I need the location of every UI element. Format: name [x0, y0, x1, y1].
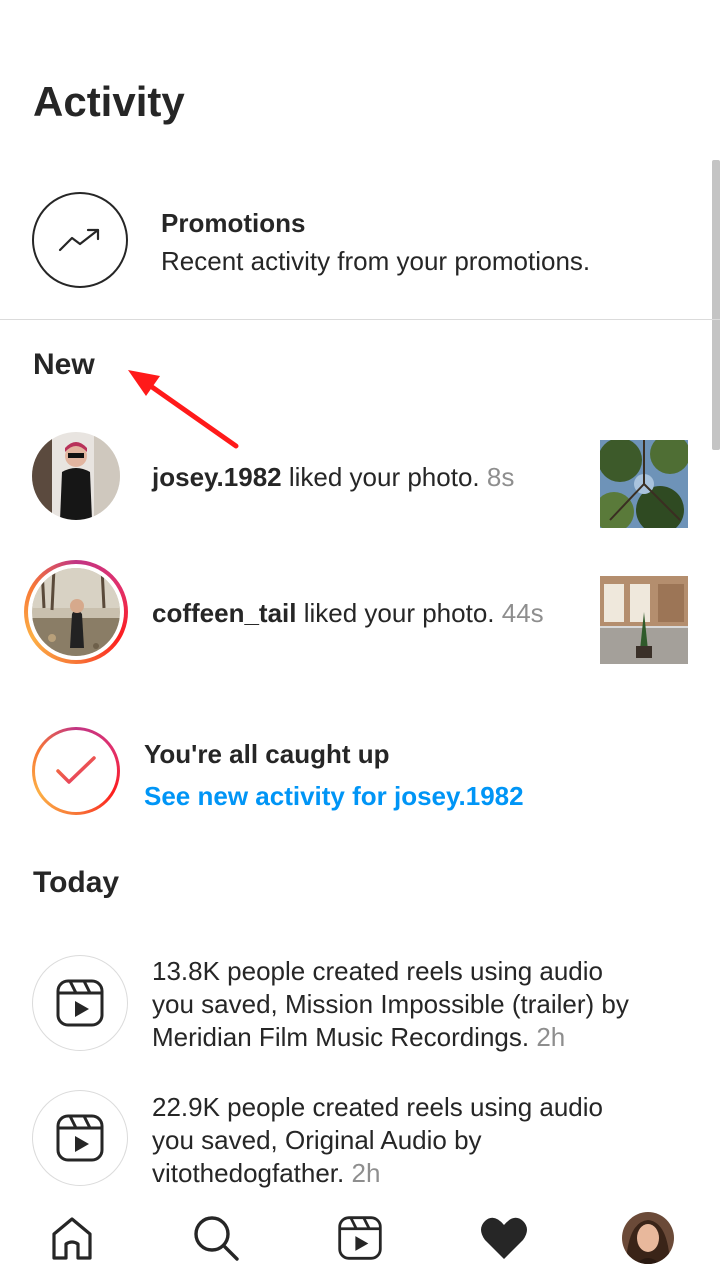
post-thumbnail[interactable]: [600, 576, 688, 664]
bottom-nav: [0, 1190, 720, 1280]
home-icon[interactable]: [44, 1210, 100, 1266]
divider: [0, 319, 720, 320]
username[interactable]: coffeen_tail: [152, 598, 297, 628]
timestamp: 2h: [536, 1022, 566, 1052]
promotions-row[interactable]: Promotions Recent activity from your pro…: [0, 180, 720, 320]
username[interactable]: josey.1982: [152, 462, 282, 492]
section-new-heading: New: [33, 348, 95, 381]
timestamp: 8s: [486, 462, 515, 492]
notification-action: liked your photo.: [296, 598, 502, 628]
caught-up-ring: [32, 727, 120, 815]
search-icon[interactable]: [188, 1210, 244, 1266]
reels-notification-row[interactable]: 13.8K people created reels using audio y…: [0, 955, 720, 1075]
reels-notification-text: 13.8K people created reels using audio y…: [152, 955, 652, 1054]
promotions-subtitle: Recent activity from your promotions.: [161, 246, 591, 276]
see-new-activity-link[interactable]: See new activity for josey.1982: [144, 781, 524, 812]
post-thumbnail[interactable]: [600, 440, 688, 528]
section-today-heading: Today: [33, 866, 120, 899]
reels-notification-text: 22.9K people created reels using audio y…: [152, 1091, 652, 1190]
notification-row[interactable]: josey.1982 liked your photo. 8s: [0, 432, 720, 542]
avatar-story-ring[interactable]: [24, 560, 128, 664]
notification-action: liked your photo.: [281, 462, 487, 492]
avatar[interactable]: [32, 432, 120, 520]
profile-avatar[interactable]: [620, 1210, 676, 1266]
reels-icon[interactable]: [332, 1210, 388, 1266]
avatar: [32, 568, 120, 656]
caught-up-row: You're all caught up See new activity fo…: [0, 725, 720, 825]
notification-text: coffeen_tail liked your photo. 44s: [152, 598, 544, 629]
caught-up-title: You're all caught up: [144, 739, 390, 769]
check-icon: [56, 756, 96, 784]
promotions-title: Promotions: [161, 208, 306, 238]
reels-icon: [32, 1090, 128, 1186]
timestamp: 2h: [351, 1158, 381, 1188]
trending-up-icon: [32, 192, 128, 288]
reels-icon: [32, 955, 128, 1051]
timestamp: 44s: [501, 598, 544, 628]
heart-icon[interactable]: [476, 1210, 532, 1266]
page-title: Activity: [33, 78, 185, 125]
notification-row[interactable]: coffeen_tail liked your photo. 44s: [0, 560, 720, 670]
notification-text: josey.1982 liked your photo. 8s: [152, 462, 514, 493]
